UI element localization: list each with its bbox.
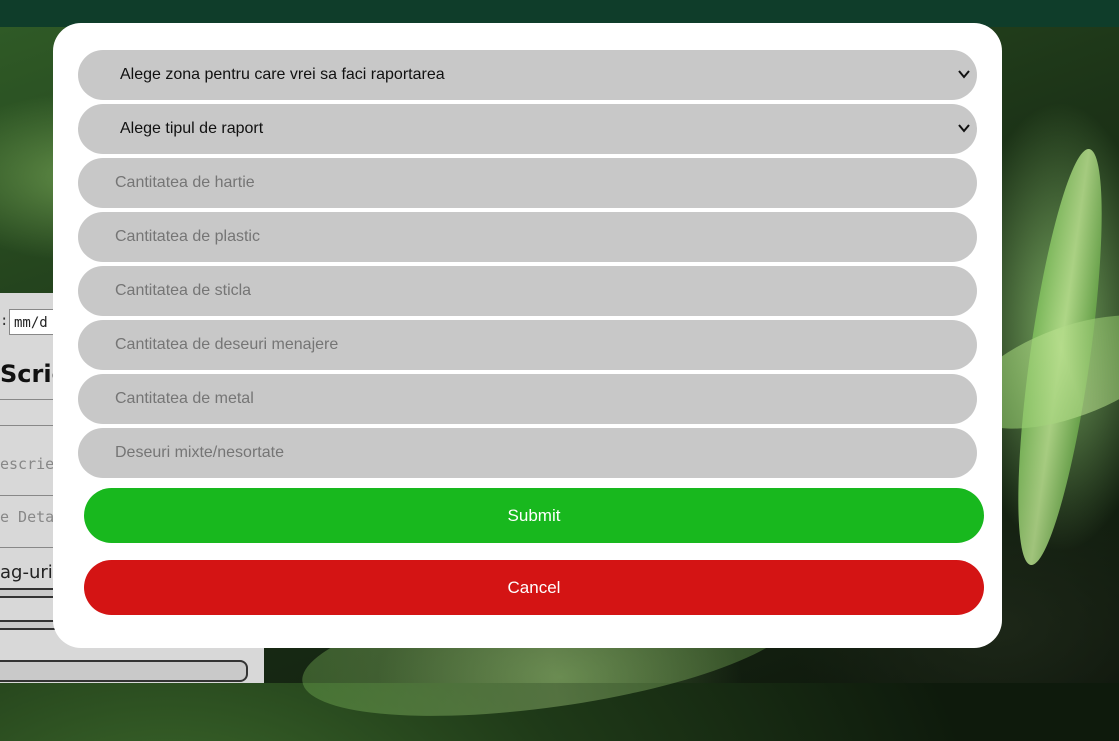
metal-quantity-placeholder: Cantitatea de metal xyxy=(115,390,254,407)
glass-quantity-placeholder: Cantitatea de sticla xyxy=(115,282,252,299)
submit-button[interactable]: Submit xyxy=(84,488,984,543)
report-type-select[interactable]: Alege tipul de raport xyxy=(78,104,977,154)
zone-select[interactable]: Alege zona pentru care vrei sa faci rapo… xyxy=(78,50,977,100)
cancel-button[interactable]: Cancel xyxy=(84,560,984,615)
divider xyxy=(0,425,60,426)
glass-quantity-input[interactable]: Cantitatea de sticla xyxy=(78,266,977,316)
household-waste-quantity-placeholder: Cantitatea de deseuri menajere xyxy=(115,336,339,353)
chevron-down-icon xyxy=(958,70,970,79)
description-input[interactable]: escrie xyxy=(0,455,54,473)
divider xyxy=(0,495,60,496)
divider xyxy=(0,399,60,400)
chevron-down-icon xyxy=(958,124,970,133)
report-type-select-value: Alege tipul de raport xyxy=(120,120,264,137)
paper-quantity-placeholder: Cantitatea de hartie xyxy=(115,174,255,191)
mixed-waste-input[interactable]: Deseuri mixte/nesortate xyxy=(78,428,977,478)
paper-quantity-input[interactable]: Cantitatea de hartie xyxy=(78,158,977,208)
mixed-waste-placeholder: Deseuri mixte/nesortate xyxy=(115,444,284,461)
plastic-quantity-input[interactable]: Cantitatea de plastic xyxy=(78,212,977,262)
metal-quantity-input[interactable]: Cantitatea de metal xyxy=(78,374,977,424)
date-label-colon: : xyxy=(0,313,9,329)
background-input[interactable] xyxy=(0,660,248,682)
divider xyxy=(0,547,60,548)
report-modal: Alege zona pentru care vrei sa faci rapo… xyxy=(53,23,1002,648)
details-input[interactable]: e Deta xyxy=(0,508,54,526)
household-waste-quantity-input[interactable]: Cantitatea de deseuri menajere xyxy=(78,320,977,370)
tags-label: ag-uri xyxy=(0,562,53,583)
zone-select-value: Alege zona pentru care vrei sa faci rapo… xyxy=(120,66,445,83)
plastic-quantity-placeholder: Cantitatea de plastic xyxy=(115,228,260,245)
